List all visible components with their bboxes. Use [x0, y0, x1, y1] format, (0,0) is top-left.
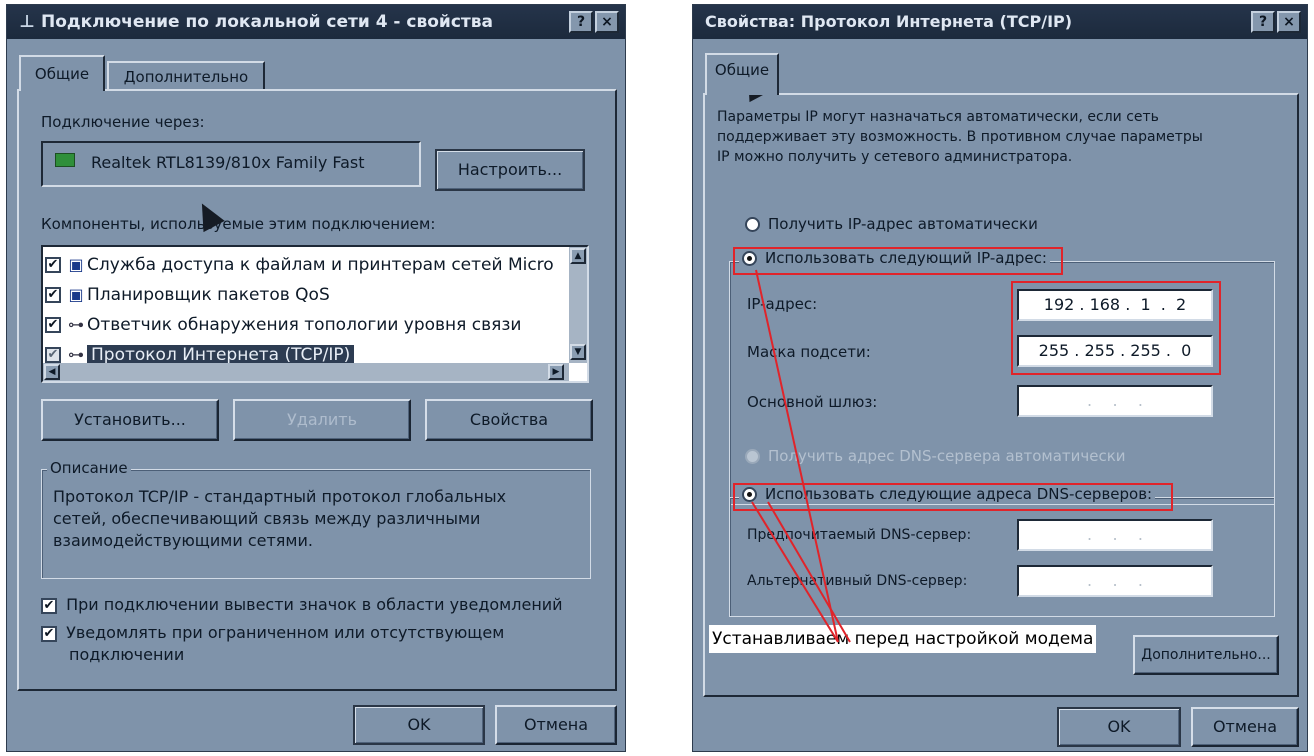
highlight-manual-dns: [733, 483, 1173, 511]
advanced-button[interactable]: Дополнительно...: [1133, 635, 1279, 675]
tcpip-dialog-title: Свойства: Протокол Интернета (TCP/IP): [705, 12, 1073, 31]
show-icon-option[interactable]: ✔ При подключении вывести значок в облас…: [41, 595, 563, 614]
notify-label-line1: Уведомлять при ограниченном или отсутств…: [66, 623, 505, 642]
connect-through-label: Подключение через:: [41, 113, 205, 131]
remove-button: Удалить: [233, 399, 411, 441]
subnet-mask-label: Маска подсети:: [747, 343, 871, 361]
gateway-field[interactable]: . . .: [1017, 385, 1213, 417]
horizontal-scrollbar[interactable]: ◀ ▶: [43, 363, 569, 381]
tab-general[interactable]: Общие: [705, 53, 779, 95]
install-button[interactable]: Установить...: [41, 399, 219, 441]
scroll-right-icon[interactable]: ▶: [548, 364, 564, 380]
notify-checkbox[interactable]: ✔: [41, 625, 57, 642]
tcpip-dialog-titlebar[interactable]: Свойства: Протокол Интернета (TCP/IP): [693, 5, 1307, 39]
adapter-name: Realtek RTL8139/810x Family Fast: [91, 153, 365, 172]
show-icon-label: При подключении вывести значок в области…: [66, 595, 563, 614]
radio-auto-ip[interactable]: Получить IP-адрес автоматически: [745, 215, 1038, 233]
components-label: Компоненты, используемые этим подключени…: [41, 215, 436, 233]
scroll-up-icon[interactable]: ▲: [570, 248, 586, 264]
protocol-icon: ⊶: [68, 315, 84, 334]
notify-option[interactable]: ✔ Уведомлять при ограниченном или отсутс…: [41, 623, 504, 642]
annotation-note: Устанавливаем перед настройкой модема: [709, 625, 1097, 653]
radio-auto-dns: Получить адрес DNS-сервера автоматически: [745, 447, 1126, 465]
intro-line: IP можно получить у сетевого администрат…: [717, 149, 1073, 165]
description-legend: Описание: [47, 459, 131, 477]
manual-dns-group: [729, 497, 1275, 617]
help-button[interactable]: ?: [1251, 11, 1275, 33]
network-card-icon: [55, 153, 75, 167]
close-button[interactable]: ×: [1277, 11, 1301, 33]
scroll-left-icon[interactable]: ◀: [44, 364, 60, 380]
component-label: Планировщик пакетов QoS: [87, 285, 330, 305]
component-label-selected: Протокол Интернета (TCP/IP): [87, 345, 355, 365]
component-label: Ответчик обнаружения топологии уровня св…: [87, 315, 522, 335]
scroll-down-icon[interactable]: ▼: [570, 344, 586, 360]
general-tab-panel: Подключение через: Realtek RTL8139/810x …: [17, 89, 617, 691]
preferred-dns-field[interactable]: . . .: [1017, 519, 1213, 551]
radio-auto-ip-button[interactable]: [745, 217, 760, 232]
highlight-manual-ip: [733, 247, 1063, 275]
computer-icon: ▣: [68, 255, 84, 274]
ok-button[interactable]: OK: [1057, 707, 1181, 747]
radio-auto-dns-button: [745, 449, 760, 464]
description-line: сетей, обеспечивающий связь между различ…: [53, 509, 481, 528]
properties-button[interactable]: Свойства: [425, 399, 593, 441]
cancel-button[interactable]: Отмена: [495, 705, 617, 745]
help-button[interactable]: ?: [569, 11, 593, 33]
highlight-ip-fields: [1011, 281, 1221, 375]
description-line: Протокол TCP/IP - стандартный протокол г…: [53, 487, 507, 506]
lan-dialog-titlebar[interactable]: ⊥ Подключение по локальной сети 4 - свойс…: [7, 5, 625, 39]
network-icon: ⊥: [19, 12, 35, 32]
alternate-dns-field[interactable]: . . .: [1017, 565, 1213, 597]
component-checkbox[interactable]: ✔: [45, 287, 61, 303]
adapter-box: Realtek RTL8139/810x Family Fast: [41, 141, 421, 187]
gateway-label: Основной шлюз:: [747, 393, 878, 411]
tcpip-properties-dialog: Свойства: Протокол Интернета (TCP/IP) ? …: [692, 4, 1308, 752]
intro-line: поддерживает эту возможность. В противно…: [717, 129, 1203, 145]
lan-properties-dialog: ⊥ Подключение по локальной сети 4 - свойс…: [6, 4, 626, 752]
show-icon-checkbox[interactable]: ✔: [41, 597, 57, 614]
intro-line: Параметры IP могут назначаться автоматич…: [717, 109, 1159, 125]
notify-label-line2: подключении: [69, 645, 185, 664]
vertical-scrollbar[interactable]: ▲ ▼: [569, 247, 587, 363]
computer-icon: ▣: [68, 285, 84, 304]
alternate-dns-label: Альтернативный DNS-сервер:: [747, 573, 968, 589]
list-item[interactable]: ✔ ⊶ Ответчик обнаружения топологии уровня …: [45, 311, 521, 339]
lan-dialog-title: Подключение по локальной сети 4 - свойст…: [41, 12, 493, 32]
ip-address-label: IP-адрес:: [747, 295, 818, 313]
components-list[interactable]: ✔ ▣ Служба доступа к файлам и принтерам се…: [41, 245, 589, 383]
radio-auto-dns-label: Получить адрес DNS-сервера автоматически: [768, 447, 1126, 465]
description-line: взаимодействующими сетями.: [53, 531, 313, 550]
radio-auto-ip-label: Получить IP-адрес автоматически: [768, 215, 1038, 233]
component-label: Служба доступа к файлам и принтерам сете…: [87, 255, 554, 275]
cancel-button[interactable]: Отмена: [1191, 707, 1299, 747]
component-checkbox[interactable]: ✔: [45, 317, 61, 333]
component-checkbox[interactable]: ✔: [45, 257, 61, 273]
list-item[interactable]: ✔ ▣ Служба доступа к файлам и принтерам се…: [45, 251, 554, 279]
component-checkbox[interactable]: ✔: [45, 347, 61, 363]
preferred-dns-label: Предпочитаемый DNS-сервер:: [747, 527, 972, 543]
tab-general[interactable]: Общие: [19, 55, 105, 91]
close-button[interactable]: ×: [595, 11, 619, 33]
list-item[interactable]: ✔ ▣ Планировщик пакетов QoS: [45, 281, 330, 309]
tab-advanced[interactable]: Дополнительно: [107, 61, 265, 91]
ok-button[interactable]: OK: [353, 705, 485, 745]
configure-button[interactable]: Настроить...: [435, 149, 585, 191]
tcpip-general-panel: Параметры IP могут назначаться автоматич…: [703, 93, 1299, 697]
